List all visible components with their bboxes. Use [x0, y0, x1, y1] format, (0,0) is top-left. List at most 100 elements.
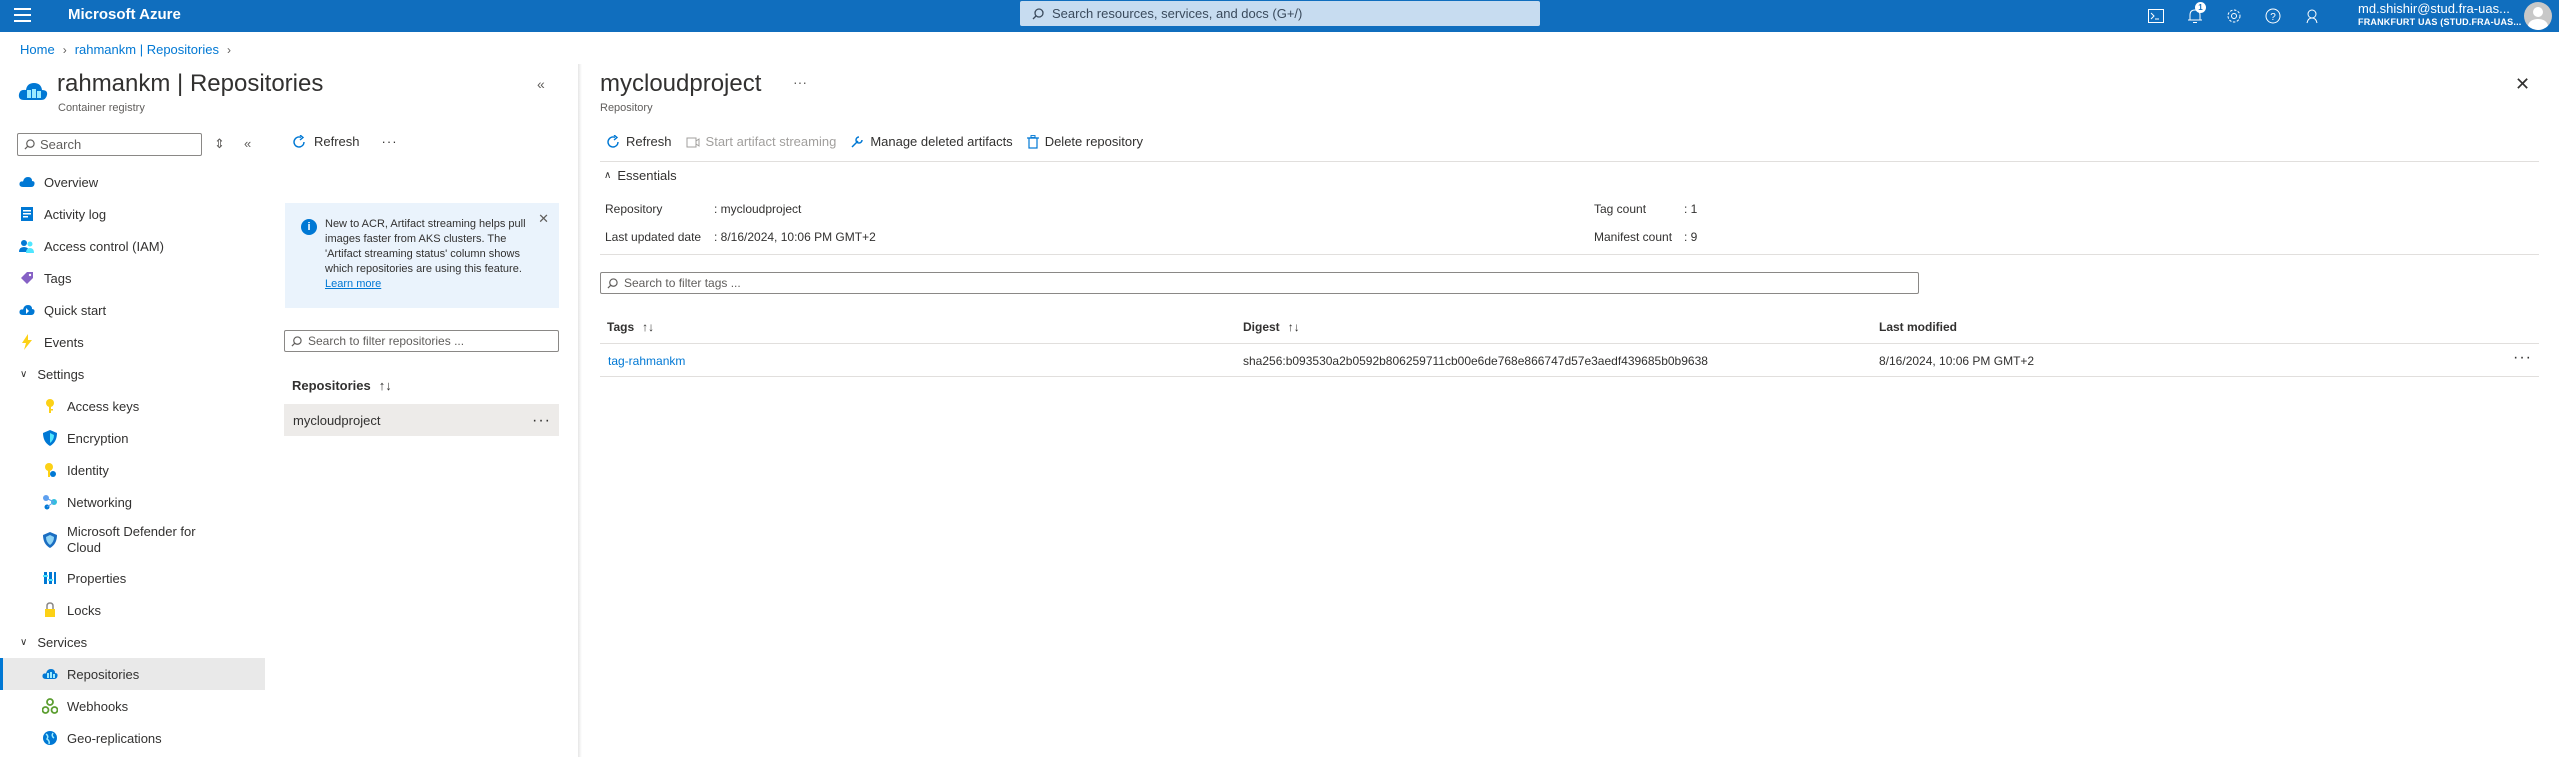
close-icon[interactable]: ✕	[2515, 74, 2530, 95]
cloud-icon	[18, 173, 36, 191]
sidebar-item-properties[interactable]: Properties	[0, 562, 265, 594]
sort-icon[interactable]: ↑↓	[379, 378, 392, 393]
tag-link[interactable]: tag-rahmankm	[608, 354, 685, 368]
collapse-sidebar-icon[interactable]: «	[244, 136, 251, 151]
help-icon[interactable]: ?	[2261, 4, 2285, 28]
repositories-column-header[interactable]: Repositories ↑↓	[292, 378, 392, 393]
refresh-icon	[607, 134, 619, 148]
detail-more-options-icon[interactable]: ···	[793, 74, 807, 90]
webhooks-icon	[41, 697, 59, 715]
learn-more-link[interactable]: Learn more	[325, 278, 381, 290]
manage-deleted-artifacts-button[interactable]: Manage deleted artifacts	[850, 134, 1013, 149]
sidebar-item-iam[interactable]: Access control (IAM)	[0, 230, 265, 262]
column-header-tags[interactable]: Tags ↑↓	[607, 320, 654, 334]
settings-gear-icon[interactable]	[2222, 4, 2246, 28]
chevron-down-icon: ∨	[20, 368, 28, 380]
sidebar-nav: Overview Activity log Access control (IA…	[0, 166, 265, 754]
repositories-toolbar: Refresh ···	[292, 134, 398, 149]
networking-icon	[41, 493, 59, 511]
refresh-icon	[293, 134, 305, 148]
repositories-search-input[interactable]: Search to filter repositories ...	[284, 330, 559, 352]
container-registry-icon	[18, 80, 48, 107]
refresh-button[interactable]: Refresh	[292, 134, 360, 149]
sidebar-item-defender[interactable]: Microsoft Defender for Cloud	[0, 518, 265, 562]
detail-title: mycloudproject	[600, 70, 762, 97]
info-text: New to ACR, Artifact streaming helps pul…	[325, 218, 526, 275]
start-artifact-streaming-label: Start artifact streaming	[705, 134, 837, 149]
sidebar-item-label: Events	[44, 334, 84, 350]
sort-icon[interactable]: ↑↓	[642, 320, 654, 334]
chevron-right-icon: ›	[226, 42, 231, 57]
sidebar-item-quick-start[interactable]: Quick start	[0, 294, 265, 326]
essentials-divider	[600, 254, 2539, 255]
sidebar-item-label: Identity	[67, 462, 109, 478]
sidebar-item-tags[interactable]: Tags	[0, 262, 265, 294]
avatar[interactable]	[2524, 2, 2552, 30]
row-more-options-icon[interactable]: ···	[532, 412, 551, 430]
search-icon	[1032, 7, 1044, 19]
repository-list-item[interactable]: mycloudproject ···	[284, 404, 559, 436]
sidebar-section-services[interactable]: ∨ Services	[0, 626, 265, 658]
breadcrumb-home[interactable]: Home	[20, 42, 55, 57]
feedback-icon[interactable]	[2300, 4, 2324, 28]
artifact-streaming-info-banner: i ✕ New to ACR, Artifact streaming helps…	[285, 203, 559, 308]
account-info[interactable]: md.shishir@stud.fra-uas... FRANKFURT UAS…	[2358, 1, 2522, 29]
essentials-last-updated: Last updated date: 8/16/2024, 10:06 PM G…	[605, 230, 876, 244]
hamburger-menu-icon[interactable]	[14, 8, 31, 22]
streaming-icon	[686, 137, 700, 147]
notifications-bell-icon[interactable]: 1	[2183, 2, 2207, 28]
notification-badge: 1	[2195, 2, 2206, 13]
sidebar-item-label: Microsoft Defender for	[67, 524, 196, 539]
essentials-key: Tag count	[1594, 202, 1647, 216]
expand-collapse-icon[interactable]: ⇕	[214, 136, 225, 152]
sidebar-item-overview[interactable]: Overview	[0, 166, 265, 198]
sidebar-item-events[interactable]: Events	[0, 326, 265, 358]
sidebar-item-identity[interactable]: Identity	[0, 454, 265, 486]
sidebar-section-settings[interactable]: ∨ Settings	[0, 358, 265, 390]
column-header-last-modified[interactable]: Last modified	[1879, 320, 1957, 334]
essentials-toggle[interactable]: ∧ Essentials	[604, 168, 677, 183]
sidebar-item-geo-replications[interactable]: Geo-replications	[0, 722, 265, 754]
essentials-key: Manifest count	[1594, 230, 1673, 244]
sidebar-item-encryption[interactable]: Encryption	[0, 422, 265, 454]
delete-repository-button[interactable]: Delete repository	[1026, 134, 1143, 149]
portal-brand[interactable]: Microsoft Azure	[68, 6, 181, 23]
sidebar-item-networking[interactable]: Networking	[0, 486, 265, 518]
sidebar-item-access-keys[interactable]: Access keys	[0, 390, 265, 422]
row-more-options-icon[interactable]: ···	[2513, 349, 2532, 367]
close-icon[interactable]: ✕	[538, 211, 549, 226]
quick-start-icon	[18, 301, 36, 319]
sidebar-item-repositories[interactable]: Repositories	[0, 658, 265, 690]
breadcrumb-current[interactable]: rahmankm | Repositories	[75, 42, 219, 57]
column-header-digest[interactable]: Digest ↑↓	[1243, 320, 1300, 334]
more-options-icon[interactable]: ···	[382, 134, 398, 149]
refresh-button[interactable]: Refresh	[606, 134, 672, 149]
refresh-label: Refresh	[626, 134, 672, 149]
svg-text:?: ?	[2270, 12, 2276, 23]
digest-value: sha256:b093530a2b0592b806259711cb00e6de7…	[1243, 354, 1708, 368]
start-artifact-streaming-button[interactable]: Start artifact streaming	[686, 134, 837, 149]
sidebar-item-label: Quick start	[44, 302, 107, 318]
essentials-value: mycloudproject	[720, 202, 802, 216]
repositories-search-placeholder: Search to filter repositories ...	[308, 334, 465, 348]
sort-icon[interactable]: ↑↓	[1288, 320, 1300, 334]
sidebar-item-webhooks[interactable]: Webhooks	[0, 690, 265, 722]
sidebar-search-input[interactable]: Search	[17, 133, 202, 156]
page-subtitle: Container registry	[58, 102, 145, 114]
page-title: rahmankm | Repositories	[57, 70, 324, 97]
tag-icon	[18, 269, 36, 287]
search-icon	[291, 335, 302, 347]
collapse-panel-icon[interactable]: «	[537, 76, 545, 92]
repositories-icon	[41, 665, 59, 683]
sidebar-item-label: Locks	[67, 602, 101, 618]
column-header-label: Last modified	[1879, 320, 1958, 334]
sidebar-item-label: Properties	[67, 570, 127, 586]
sidebar-item-label: Repositories	[67, 666, 140, 682]
search-icon	[24, 139, 35, 150]
global-search-input[interactable]: Search resources, services, and docs (G+…	[1020, 1, 1540, 26]
chevron-up-icon: ∧	[604, 170, 612, 181]
sidebar-item-locks[interactable]: Locks	[0, 594, 265, 626]
sidebar-item-activity-log[interactable]: Activity log	[0, 198, 265, 230]
cloud-shell-icon[interactable]	[2144, 4, 2168, 28]
tags-search-input[interactable]: Search to filter tags ...	[600, 272, 1919, 294]
